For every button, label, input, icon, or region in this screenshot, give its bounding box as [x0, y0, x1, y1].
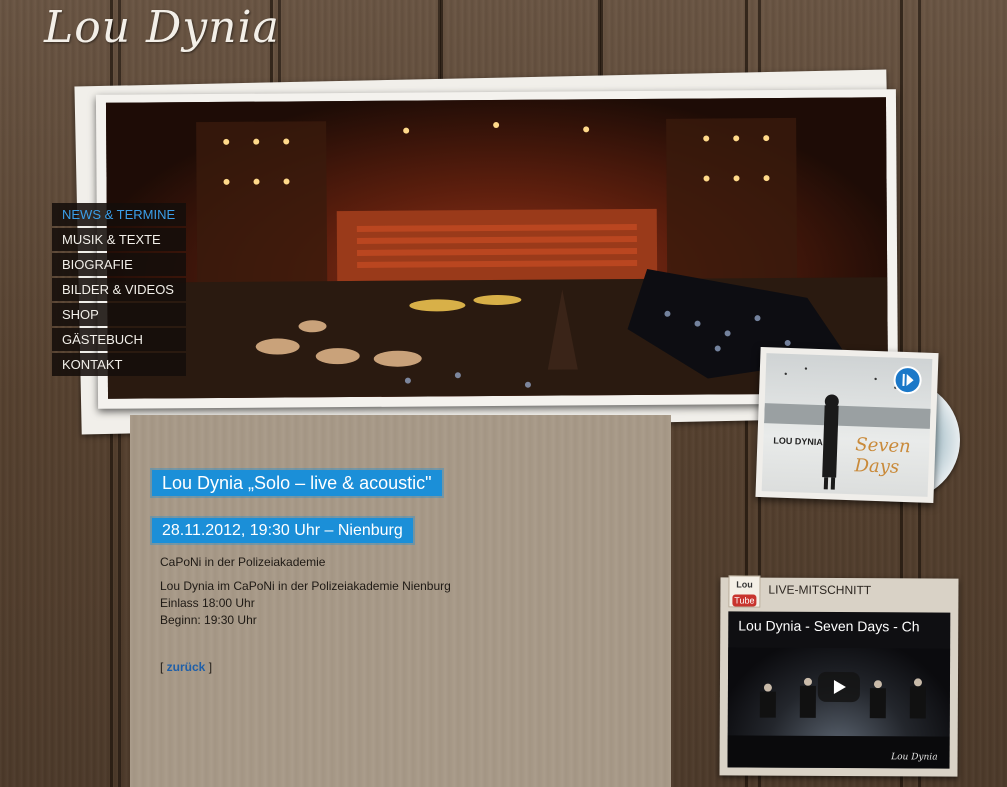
loutube-logo-bottom: Tube [732, 594, 757, 607]
site-logo[interactable]: Lou Dynia [44, 2, 280, 53]
nav-item-gaestebuch[interactable]: GÄSTEBUCH [52, 328, 186, 351]
album-artist: LOU DYNIA [773, 435, 824, 448]
nav-item-news-termine[interactable]: NEWS & TERMINE [52, 203, 186, 226]
video-play-button[interactable] [817, 671, 861, 703]
nav-item-bilder-videos[interactable]: BILDER & VIDEOS [52, 278, 186, 301]
live-label: LIVE-MITSCHNITT [768, 582, 872, 598]
event-venue: CaPoNi in der Polizeiakademie [160, 555, 326, 569]
video-player[interactable]: Lou Dynia - Seven Days - Ch Lou Dynia [727, 611, 951, 769]
nav-item-musik-texte[interactable]: MUSIK & TEXTE [52, 228, 186, 251]
album-title: Seven Days [854, 434, 912, 478]
play-glyph [902, 373, 914, 387]
live-widget: Lou Tube LIVE-MITSCHNITT Lou Dynia - Sev… [719, 575, 959, 777]
play-icon[interactable] [893, 365, 923, 395]
loutube-logo: Lou Tube [728, 575, 761, 608]
event-doors: Einlass 18:00 Uhr [160, 596, 255, 610]
back-bracket-close: ] [205, 660, 213, 674]
event-start: Beginn: 19:30 Uhr [160, 613, 257, 627]
main-nav: NEWS & TERMINE MUSIK & TEXTE BIOGRAFIE B… [52, 203, 186, 378]
album-cover[interactable]: LOU DYNIA Seven Days [755, 346, 939, 504]
video-signature: Lou Dynia [891, 752, 938, 763]
event-date: 28.11.2012, 19:30 Uhr – Nienburg [152, 518, 413, 543]
nav-item-kontakt[interactable]: KONTAKT [52, 353, 186, 376]
back-link-wrapper: [ zurück ] [160, 660, 212, 674]
nav-item-biografie[interactable]: BIOGRAFIE [52, 253, 186, 276]
back-link[interactable]: zurück [167, 660, 206, 674]
video-scene [727, 677, 950, 769]
video-title: Lou Dynia - Seven Days - Ch [738, 617, 920, 635]
back-bracket-open: [ [160, 660, 167, 674]
event-description: Lou Dynia im CaPoNi in der Polizeiakadem… [160, 579, 451, 593]
video-thumbnail [727, 647, 951, 769]
loutube-logo-top: Lou [736, 579, 753, 590]
album-artwork: LOU DYNIA Seven Days [761, 353, 933, 497]
nav-item-shop[interactable]: SHOP [52, 303, 186, 326]
event-title: Lou Dynia „Solo – live & acoustic" [152, 470, 442, 496]
